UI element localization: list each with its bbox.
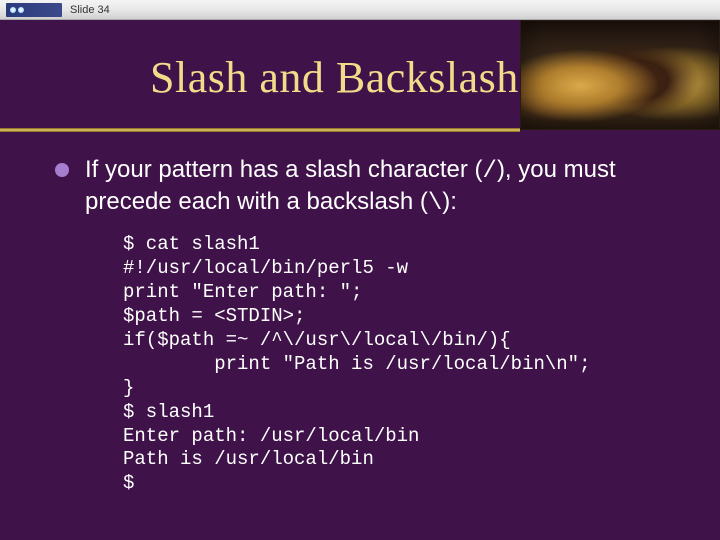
slide-number: Slide 34 [70, 4, 110, 16]
code-line: $path = <STDIN>; [123, 305, 305, 327]
bullet-text: If your pattern has a slash character (/… [85, 155, 690, 219]
code-line: $ slash1 [123, 401, 214, 423]
slide-title: Slash and Backslash [150, 52, 519, 103]
title-underline [0, 128, 520, 132]
code-line: $ [123, 472, 134, 494]
slash-char: / [483, 158, 497, 185]
logo-icon [6, 3, 62, 17]
code-line: #!/usr/local/bin/perl5 -w [123, 257, 408, 279]
code-line: print "Enter path: "; [123, 281, 362, 303]
code-line: Path is /usr/local/bin [123, 448, 374, 470]
code-line: if($path =~ /^\/usr\/local\/bin/){ [123, 329, 511, 351]
bullet-item: If your pattern has a slash character (/… [55, 155, 690, 219]
code-line: print "Path is /usr/local/bin\n"; [123, 353, 590, 375]
code-line: $ cat slash1 [123, 233, 260, 255]
content-area: If your pattern has a slash character (/… [55, 155, 690, 496]
code-block: $ cat slash1 #!/usr/local/bin/perl5 -w p… [123, 233, 690, 496]
topbar: Slide 34 [0, 0, 720, 20]
code-line: } [123, 377, 134, 399]
bullet-text-part1: If your pattern has a slash character ( [85, 156, 483, 183]
bullet-text-part3: ): [442, 188, 457, 215]
code-line: Enter path: /usr/local/bin [123, 425, 419, 447]
backslash-char: \ [428, 190, 442, 217]
bullet-icon [55, 163, 69, 177]
decorative-painting [520, 20, 720, 130]
